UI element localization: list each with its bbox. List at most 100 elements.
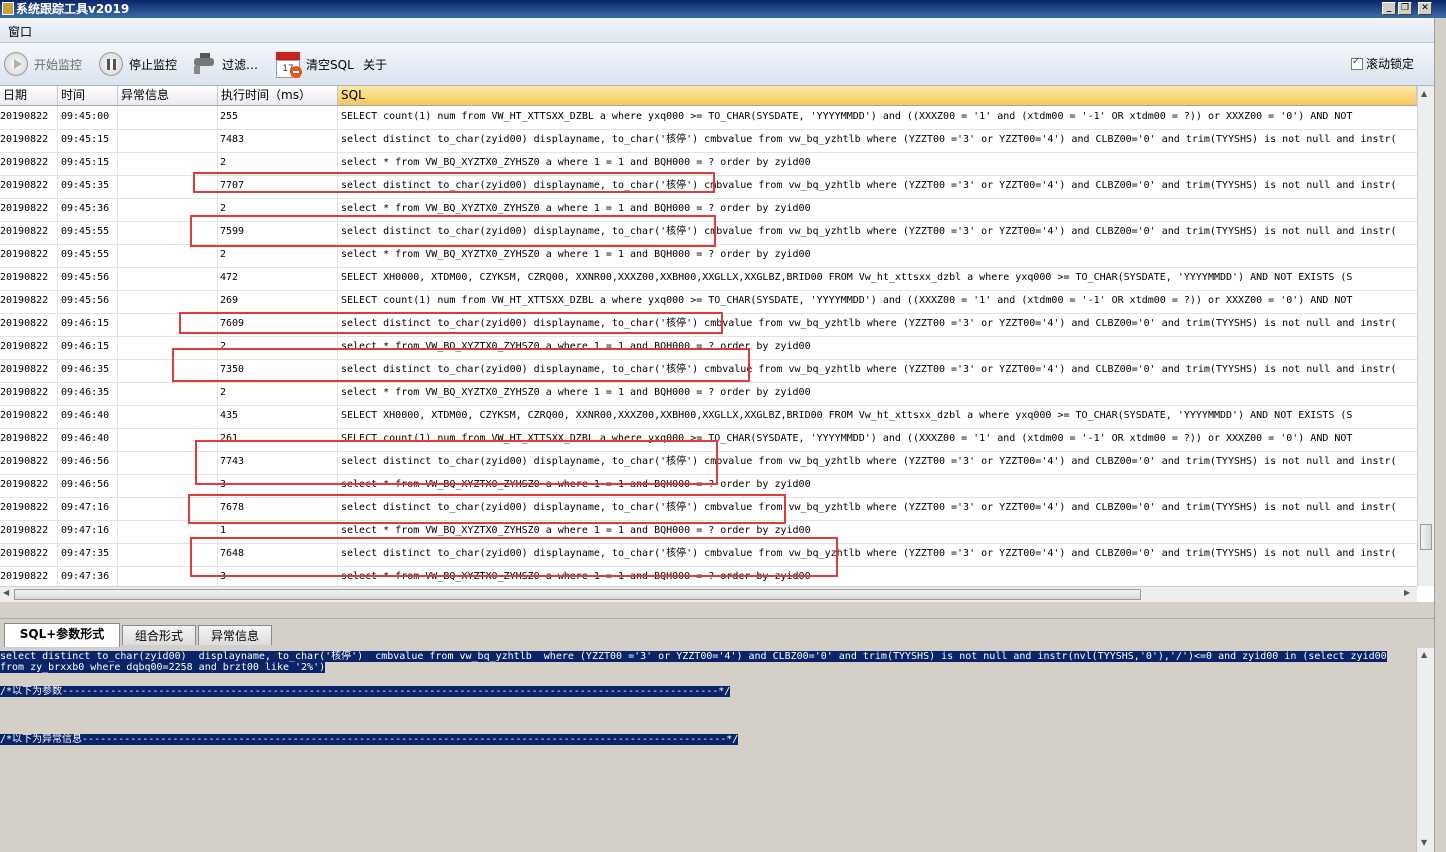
start-monitor-button[interactable]: 开始监控 — [4, 51, 82, 77]
table-row[interactable]: 20190822 09:45:15 7483 select distinct to_c… — [0, 129, 1418, 153]
cell-date: 20190822 — [0, 497, 58, 520]
cell-date: 20190822 — [0, 359, 58, 382]
params-comment: /*以下为参数---------------------------------… — [0, 686, 731, 697]
menu-bar: 窗口 — [0, 18, 1434, 43]
cell-sql: select distinct to_char(zyid00) displayn… — [341, 134, 1397, 145]
highlight-box — [179, 312, 723, 334]
table-row[interactable]: 20190822 09:45:56 269 SELECT count(1) num … — [0, 290, 1418, 314]
table-row[interactable]: 20190822 09:45:56 472 SELECT XH0000, XTDM0… — [0, 267, 1418, 291]
tab-combined[interactable]: 组合形式 — [122, 625, 196, 645]
horizontal-scroll-thumb[interactable] — [14, 589, 1141, 600]
cell-date: 20190822 — [0, 474, 58, 497]
cell-date: 20190822 — [0, 405, 58, 428]
scroll-lock-toggle[interactable]: 滚动锁定 — [1350, 55, 1414, 72]
grid-horizontal-scrollbar[interactable]: ◀ ▶ — [0, 586, 1417, 602]
column-header-date[interactable]: 日期 — [0, 86, 58, 105]
cell-date: 20190822 — [0, 198, 58, 221]
about-label: 关于 — [363, 57, 388, 72]
right-edge-panel — [1434, 18, 1446, 852]
stop-monitor-button[interactable]: 停止监控 — [99, 51, 177, 77]
pause-icon — [99, 52, 123, 76]
cell-error — [118, 106, 218, 129]
cell-date: 20190822 — [0, 290, 58, 313]
highlight-box — [193, 172, 715, 193]
table-row[interactable]: 20190822 09:46:35 2 select * from VW_BQ_XYZ… — [0, 382, 1418, 406]
cell-time: 09:45:56 — [58, 290, 118, 313]
cell-date: 20190822 — [0, 428, 58, 451]
cell-time: 09:46:15 — [58, 336, 118, 359]
cell-date: 20190822 — [0, 451, 58, 474]
tab-sql-params[interactable]: SQL+参数形式 — [4, 623, 120, 647]
highlight-box — [195, 440, 718, 485]
column-header-exec-time[interactable]: 执行时间（ms） — [218, 86, 338, 105]
cell-time: 09:45:56 — [58, 267, 118, 290]
scroll-lock-checkbox[interactable] — [1350, 56, 1363, 70]
column-header-time[interactable]: 时间 — [58, 86, 118, 105]
vertical-scroll-thumb[interactable] — [1420, 524, 1432, 550]
scroll-right-icon[interactable]: ▶ — [1404, 588, 1410, 597]
filter-label: 过滤… — [222, 57, 259, 72]
cell-time: 09:47:16 — [58, 497, 118, 520]
clear-sql-label: 清空SQL — [306, 57, 354, 72]
maximize-button[interactable]: ❐ — [1398, 2, 1412, 15]
grid-header: 日期 时间 异常信息 执行时间（ms） SQL — [0, 86, 1434, 106]
column-header-sql[interactable]: SQL — [338, 86, 1417, 105]
cell-date: 20190822 — [0, 152, 58, 175]
cell-sql: select * from VW_BQ_XYZTX0_ZYHSZ0 a wher… — [341, 249, 811, 260]
table-row[interactable]: 20190822 09:46:40 435 SELECT XH0000, XTDM0… — [0, 405, 1418, 429]
grid-vertical-scrollbar[interactable]: ▲ — [1417, 86, 1434, 586]
sql-detail-editor[interactable]: select distinct to_char(zyid00) displayn… — [0, 648, 1415, 852]
title-bar: 系统跟踪工具v2019 _ ❐ ✕ — [0, 0, 1446, 18]
column-header-error[interactable]: 异常信息 — [118, 86, 218, 105]
toolbar: 开始监控 停止监控 过滤… 17 清空SQL 关于 滚动锁定 — [0, 43, 1434, 86]
window-title: 系统跟踪工具v2019 — [16, 2, 130, 16]
cell-sql: SELECT count(1) num from VW_HT_XTTSXX_DZ… — [341, 111, 1353, 122]
cell-date: 20190822 — [0, 336, 58, 359]
cell-time: 09:47:16 — [58, 520, 118, 543]
cell-time: 09:45:55 — [58, 221, 118, 244]
cell-sql: SELECT XH0000, XTDM00, CZYKSM, CZRQ00, X… — [341, 272, 1353, 283]
cell-error — [118, 405, 218, 428]
tab-errors[interactable]: 异常信息 — [198, 625, 272, 645]
cell-date: 20190822 — [0, 382, 58, 405]
cell-exec-time: 255 — [218, 106, 338, 129]
play-icon — [4, 52, 28, 76]
clear-sql-button[interactable]: 17 清空SQL — [276, 51, 354, 78]
cell-date: 20190822 — [0, 267, 58, 290]
table-row[interactable]: 20190822 09:45:55 2 select * from VW_BQ_XYZ… — [0, 244, 1418, 268]
scroll-lock-label: 滚动锁定 — [1365, 57, 1414, 71]
cell-time: 09:45:15 — [58, 152, 118, 175]
scroll-left-icon[interactable]: ◀ — [3, 588, 9, 597]
editor-vertical-scrollbar[interactable]: ▲ ▼ — [1416, 648, 1434, 852]
cell-error — [118, 267, 218, 290]
highlight-box — [188, 494, 786, 524]
detail-tab-bar: SQL+参数形式 组合形式 异常信息 — [0, 618, 1434, 647]
filter-button[interactable]: 过滤… — [192, 51, 258, 77]
close-button[interactable]: ✕ — [1418, 2, 1432, 15]
errors-comment: /*以下为异常信息-------------------------------… — [0, 734, 739, 745]
scroll-down-icon[interactable]: ▼ — [1421, 838, 1427, 847]
about-button[interactable]: 关于 — [363, 51, 387, 77]
cell-exec-time: 7483 — [218, 129, 338, 152]
cell-time: 09:46:40 — [58, 428, 118, 451]
cell-exec-time: 435 — [218, 405, 338, 428]
cell-sql: SELECT count(1) num from VW_HT_XTTSXX_DZ… — [341, 295, 1353, 306]
cell-time: 09:45:35 — [58, 175, 118, 198]
cell-time: 09:46:56 — [58, 474, 118, 497]
scroll-up-icon[interactable]: ▲ — [1421, 650, 1427, 659]
cell-exec-time: 269 — [218, 290, 338, 313]
scroll-up-icon[interactable]: ▲ — [1421, 89, 1427, 98]
minimize-button[interactable]: _ — [1382, 2, 1396, 15]
sql-text-line-1: select distinct to_char(zyid00) displayn… — [0, 651, 1387, 662]
cell-time: 09:46:40 — [58, 405, 118, 428]
highlight-box — [190, 537, 838, 577]
cell-exec-time: 2 — [218, 244, 338, 267]
cell-time: 09:45:00 — [58, 106, 118, 129]
cell-error — [118, 129, 218, 152]
cell-exec-time: 472 — [218, 267, 338, 290]
menu-window[interactable]: 窗口 — [8, 23, 32, 40]
calendar-delete-icon: 17 — [276, 52, 302, 78]
cell-time: 09:46:15 — [58, 313, 118, 336]
table-row[interactable]: 20190822 09:45:00 255 SELECT count(1) num … — [0, 106, 1418, 130]
start-monitor-label: 开始监控 — [34, 57, 83, 72]
